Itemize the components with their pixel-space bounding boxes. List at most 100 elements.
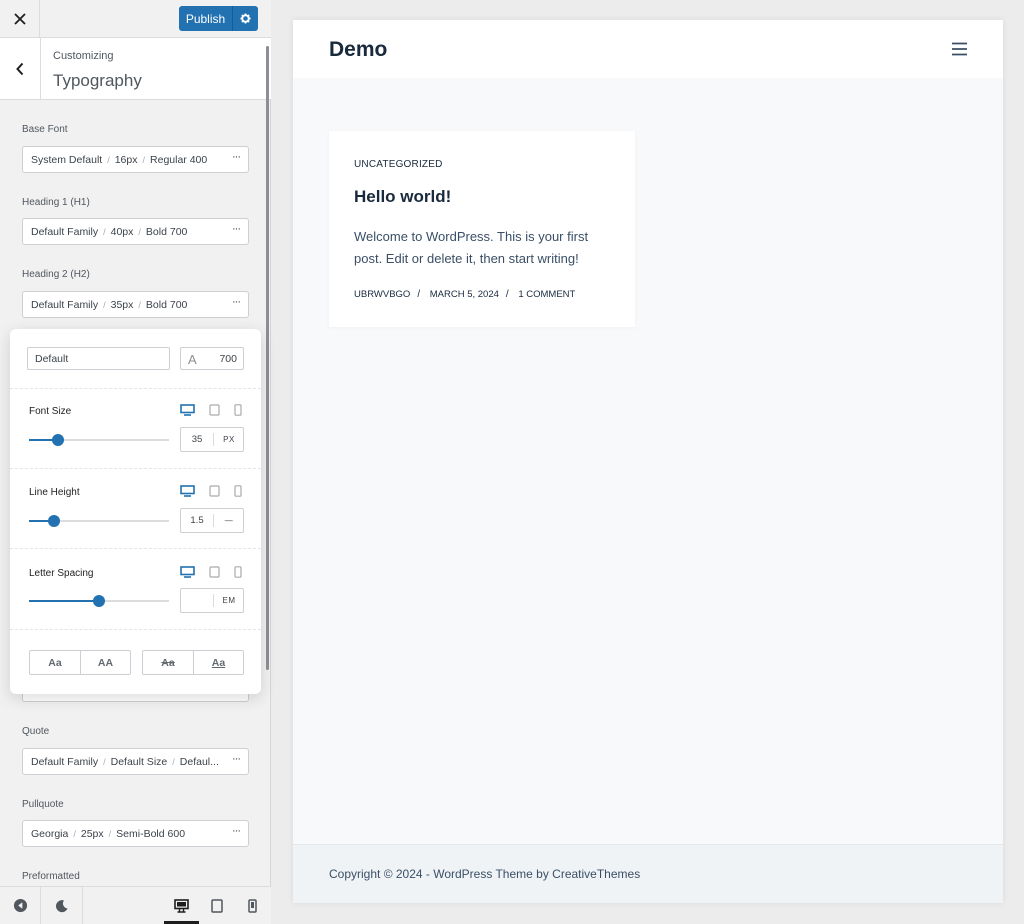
publish-button[interactable]: Publish <box>179 6 232 31</box>
font-size-input[interactable]: 35 PX <box>180 427 244 452</box>
device-switcher <box>180 566 244 578</box>
font-family-value: Default Family <box>31 298 99 311</box>
preformatted-label: Preformatted <box>22 871 80 882</box>
slider-thumb[interactable] <box>52 434 65 446</box>
post-category[interactable]: UNCATEGORIZED <box>354 159 443 170</box>
tablet-icon[interactable] <box>209 566 220 578</box>
customizing-label: Customizing <box>53 50 114 62</box>
letter-spacing-input[interactable]: EM <box>180 588 244 613</box>
preview-tablet-button[interactable] <box>199 887 234 924</box>
letter-spacing-slider[interactable] <box>29 595 169 607</box>
line-height-unit[interactable]: — <box>213 514 244 527</box>
font-weight-select[interactable]: A 700 <box>180 347 244 370</box>
pullquote-label: Pullquote <box>22 799 64 810</box>
divider <box>10 548 261 549</box>
site-footer: Copyright © 2024 - WordPress Theme by Cr… <box>293 844 1003 903</box>
font-size-value: 40px <box>110 225 134 238</box>
dark-mode-button[interactable] <box>41 887 83 924</box>
desktop-icon[interactable] <box>180 566 195 578</box>
font-weight-glyph: A <box>188 352 197 367</box>
post-author[interactable]: UBRWVBGO <box>354 289 410 300</box>
line-height-input-value: 1.5 <box>190 515 204 526</box>
divider <box>10 388 261 389</box>
base-font-option[interactable]: System Default/ 16px / Regular 400 ··· <box>22 146 249 173</box>
font-family-value: Georgia <box>31 827 69 840</box>
font-size-value: 25px <box>80 827 104 840</box>
slider-thumb[interactable] <box>48 515 61 527</box>
close-button[interactable] <box>0 0 40 37</box>
capitalize-button[interactable]: Aa <box>30 651 80 674</box>
tablet-icon[interactable] <box>209 485 220 497</box>
font-family-value: System Default <box>31 153 103 166</box>
more-icon: ··· <box>232 296 241 308</box>
more-icon: ··· <box>232 223 241 235</box>
sidebar-scrollbar[interactable] <box>266 46 269 670</box>
font-family-select[interactable]: Default <box>27 347 170 370</box>
post-title[interactable]: Hello world! <box>354 187 451 207</box>
desktop-icon <box>174 898 189 913</box>
font-weight-value: Bold 700 <box>145 298 188 311</box>
font-weight-value: 700 <box>219 353 237 365</box>
post-card: UNCATEGORIZED Hello world! Welcome to Wo… <box>329 131 635 327</box>
site-title[interactable]: Demo <box>329 38 387 62</box>
font-weight-value: Defaul... <box>179 755 219 768</box>
font-size-slider[interactable] <box>29 434 169 446</box>
desktop-icon[interactable] <box>180 485 195 497</box>
line-through-button[interactable]: Aa <box>143 651 193 674</box>
text-decoration-group: Aa Aa <box>142 650 244 675</box>
font-size-label: Font Size <box>29 406 72 417</box>
tablet-icon <box>210 898 223 913</box>
pullquote-option[interactable]: Georgia/ 25px / Semi-Bold 600 ··· <box>22 820 249 847</box>
base-font-label: Base Font <box>22 124 68 135</box>
mobile-icon <box>248 898 257 913</box>
heading1-option[interactable]: Default Family/ 40px / Bold 700 ··· <box>22 218 249 245</box>
font-size-input-value: 35 <box>191 434 203 445</box>
divider <box>10 629 261 630</box>
line-height-label: Line Height <box>29 487 80 498</box>
chevron-left-icon <box>16 62 24 75</box>
back-button[interactable] <box>0 38 41 99</box>
letter-spacing-label: Letter Spacing <box>29 568 94 579</box>
preview-mobile-button[interactable] <box>234 887 271 924</box>
hamburger-menu-icon[interactable] <box>951 42 968 56</box>
font-size-unit[interactable]: PX <box>213 433 244 446</box>
slider-thumb[interactable] <box>93 595 105 607</box>
desktop-icon[interactable] <box>180 404 195 416</box>
site-preview: Demo UNCATEGORIZED Hello world! Welcome … <box>293 20 1003 903</box>
heading2-option[interactable]: Default Family/ 35px / Bold 700 ··· <box>22 291 249 318</box>
divider <box>10 468 261 469</box>
customizer-sidebar: Publish Customizing Typography Base Font… <box>0 0 271 924</box>
typography-popover: Default A 700 Font Size 35 PX Line Heigh… <box>10 329 261 694</box>
underline-button[interactable]: Aa <box>193 651 243 674</box>
mobile-icon[interactable] <box>234 404 242 416</box>
line-height-input[interactable]: 1.5 — <box>180 508 244 533</box>
font-size-value: Default Size <box>110 755 168 768</box>
more-icon: ··· <box>232 825 241 837</box>
font-size-value: 16px <box>114 153 138 166</box>
mobile-icon[interactable] <box>234 485 242 497</box>
font-size-value: 35px <box>110 298 134 311</box>
moon-icon <box>55 899 67 912</box>
quote-label: Quote <box>22 726 50 737</box>
collapse-sidebar-button[interactable] <box>0 887 41 924</box>
site-header: Demo <box>293 20 1003 78</box>
text-transform-group: Aa AA <box>29 650 131 675</box>
more-icon: ··· <box>232 753 241 765</box>
post-comments[interactable]: 1 COMMENT <box>518 289 575 300</box>
more-icon: ··· <box>232 151 241 163</box>
post-excerpt: Welcome to WordPress. This is your first… <box>354 229 589 266</box>
uppercase-button[interactable]: AA <box>80 651 130 674</box>
preview-desktop-button[interactable] <box>164 887 199 924</box>
section-header: Customizing Typography <box>0 38 271 100</box>
line-height-slider[interactable] <box>29 515 169 527</box>
publish-settings-button[interactable] <box>232 6 258 31</box>
heading2-label: Heading 2 (H2) <box>22 269 90 280</box>
quote-option[interactable]: Default Family / Default Size / Defaul... … <box>22 748 249 775</box>
letter-spacing-unit[interactable]: EM <box>213 594 244 607</box>
heading1-label: Heading 1 (H1) <box>22 197 90 208</box>
section-title: Typography <box>53 71 142 90</box>
tablet-icon[interactable] <box>209 404 220 416</box>
copyright-text: Copyright © 2024 - WordPress Theme by Cr… <box>329 867 641 881</box>
mobile-icon[interactable] <box>234 566 242 578</box>
customizer-topbar: Publish <box>0 0 271 38</box>
